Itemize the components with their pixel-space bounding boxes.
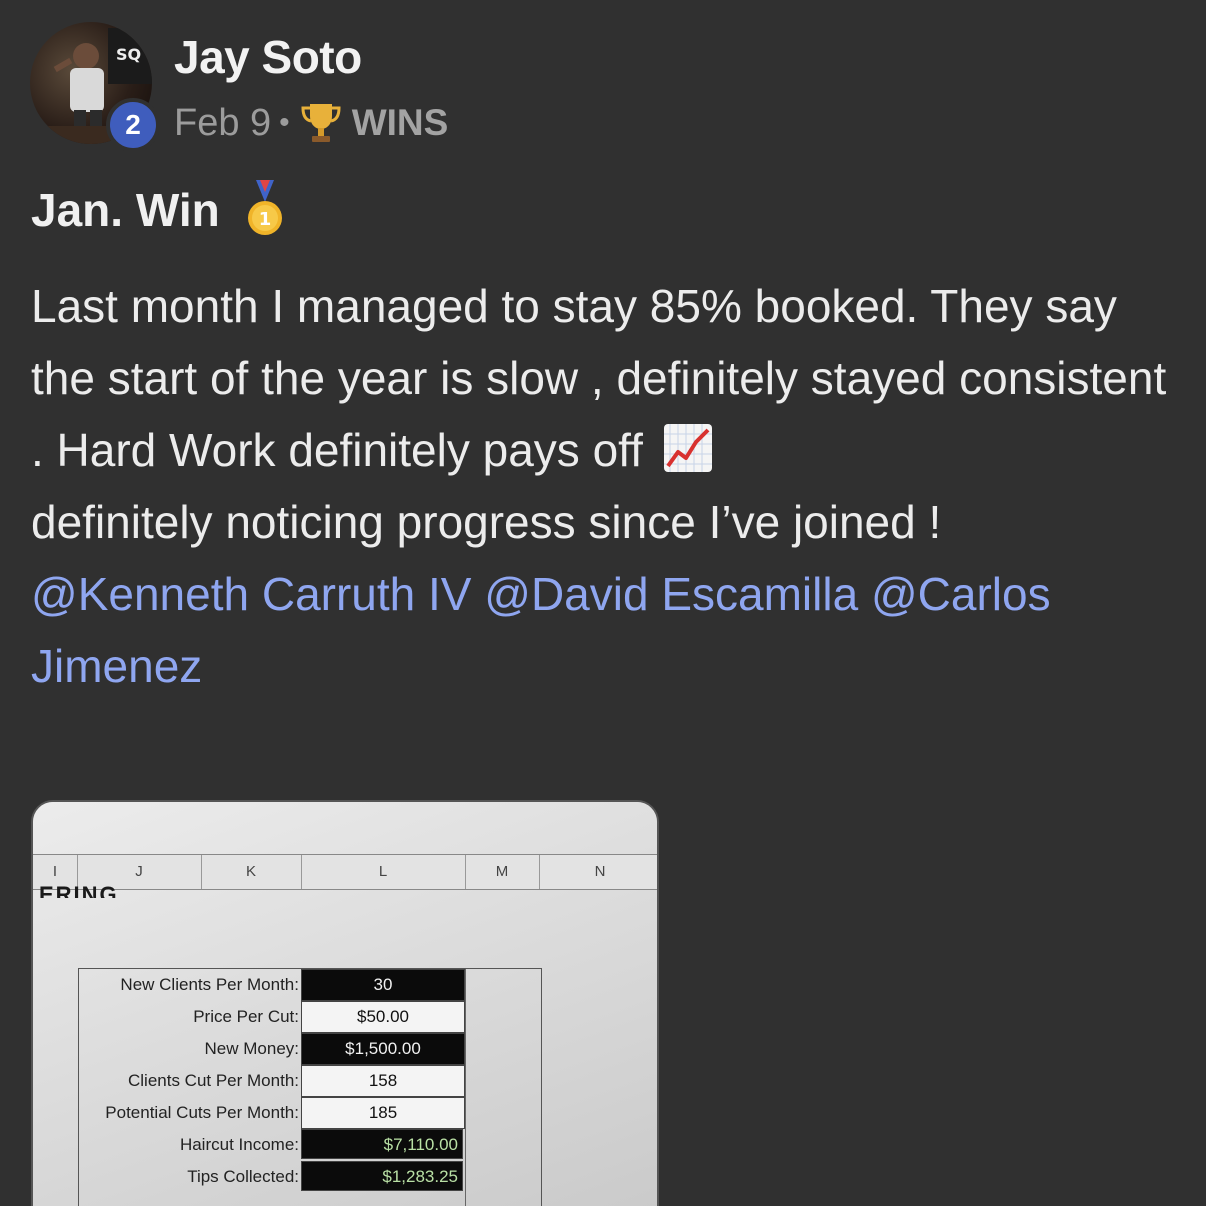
svg-text:SQ: SQ	[116, 45, 141, 64]
row-value: $1,283.25	[301, 1161, 463, 1191]
row-value: 158	[301, 1065, 465, 1097]
body-text-2: definitely noticing progress since I’ve …	[31, 496, 942, 548]
author-name[interactable]: Jay Soto	[174, 30, 362, 84]
table-row: Potential Cuts Per Month: 185	[79, 1097, 541, 1129]
column-header: L	[301, 855, 466, 889]
table-row: Tips Collected: $1,283.25	[79, 1161, 541, 1193]
row-value: 185	[301, 1097, 465, 1129]
author-avatar[interactable]: SQ 2	[30, 22, 160, 152]
column-header: N	[594, 863, 606, 880]
column-header-row: I J K L M N	[33, 854, 657, 890]
row-label: Clients Cut Per Month:	[127, 1071, 299, 1090]
mention-link[interactable]: @Kenneth Carruth IV	[31, 568, 471, 620]
row-label: New Money:	[204, 1039, 299, 1058]
post-title-text: Jan. Win	[31, 184, 220, 236]
table-row: Haircut Income: $7,110.00	[79, 1129, 541, 1161]
post-title: Jan. Win 1	[31, 180, 288, 240]
column-header: M	[465, 855, 540, 889]
row-value: 30	[301, 969, 465, 1001]
post-card: SQ 2 Jay Soto Feb 9 • WINS Jan. Win 1 La…	[0, 0, 1206, 1206]
level-badge: 2	[106, 98, 160, 152]
body-text-1: Last month I managed to stay 85% booked.…	[31, 280, 1167, 476]
svg-text:1: 1	[258, 209, 271, 230]
table-row: Clients Cut Per Month: 158	[79, 1065, 541, 1097]
chart-increasing-icon	[663, 424, 712, 472]
post-date[interactable]: Feb 9	[174, 102, 271, 145]
row-label: New Clients Per Month:	[120, 975, 299, 994]
category-label[interactable]: WINS	[352, 102, 449, 144]
table-row: Price Per Cut: $50.00	[79, 1001, 541, 1033]
row-value: $1,500.00	[301, 1033, 465, 1065]
row-value: $7,110.00	[301, 1129, 463, 1159]
table-row: New Money: $1,500.00	[79, 1033, 541, 1065]
post-body: Last month I managed to stay 85% booked.…	[31, 270, 1181, 702]
spreadsheet-photo: I J K L M N ERING New Clients Per Month:…	[33, 802, 657, 1206]
trophy-icon	[301, 104, 341, 142]
attached-image[interactable]: I J K L M N ERING New Clients Per Month:…	[31, 800, 659, 1206]
data-table: New Clients Per Month: 30 Price Per Cut:…	[78, 968, 542, 1206]
post-meta: Feb 9 • WINS	[174, 98, 448, 148]
table-row: New Clients Per Month: 30	[79, 969, 541, 1001]
row-label: Tips Collected:	[187, 1167, 299, 1186]
sheet-heading: ERING	[39, 882, 119, 898]
column-header: K	[201, 855, 302, 889]
row-label: Haircut Income:	[179, 1135, 299, 1154]
meta-separator: •	[279, 106, 290, 139]
row-label: Price Per Cut:	[193, 1007, 299, 1026]
row-label: Potential Cuts Per Month:	[105, 1103, 299, 1122]
row-value: $50.00	[301, 1001, 465, 1033]
first-place-medal-icon: 1	[247, 180, 282, 235]
mention-link[interactable]: @David Escamilla	[484, 568, 858, 620]
